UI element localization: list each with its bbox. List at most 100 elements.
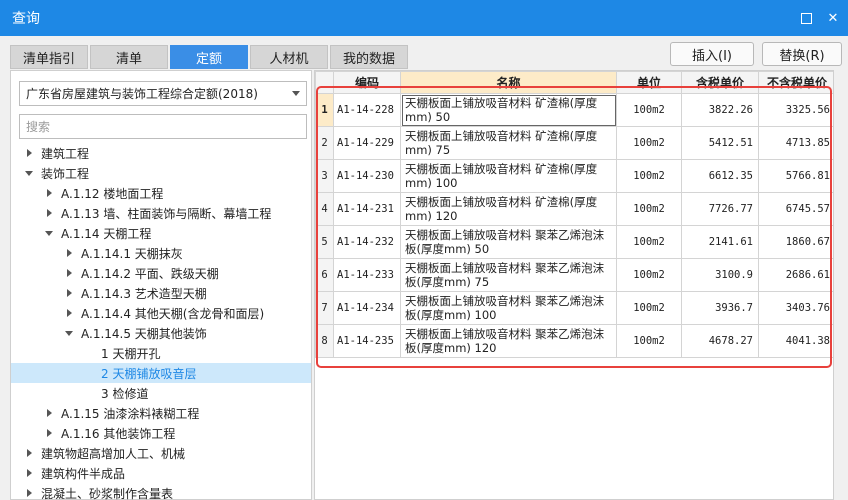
cell-code[interactable]: A1-14-235	[333, 324, 401, 358]
cell-name[interactable]: 天棚板面上铺放吸音材料 聚苯乙烯泡沫板(厚度mm) 50	[400, 225, 617, 259]
cell-tax-price[interactable]: 7726.77	[681, 192, 759, 226]
expand-right-icon[interactable]	[45, 409, 53, 417]
cell-code[interactable]: A1-14-231	[333, 192, 401, 226]
cell-code[interactable]: A1-14-232	[333, 225, 401, 259]
row-index[interactable]: 4	[315, 192, 334, 226]
cell-unit[interactable]: 100m2	[616, 192, 682, 226]
expand-right-icon[interactable]	[45, 429, 53, 437]
cell-unit[interactable]: 100m2	[616, 258, 682, 292]
row-index[interactable]: 7	[315, 291, 334, 325]
col-header-unit[interactable]: 单位	[616, 71, 682, 94]
tree-node[interactable]: 建筑工程	[11, 143, 311, 163]
expand-down-icon[interactable]	[65, 329, 73, 337]
tree-node[interactable]: A.1.14.1 天棚抹灰	[11, 243, 311, 263]
table-row[interactable]: 1 A1-14-228 天棚板面上铺放吸音材料 矿渣棉(厚度mm) 50 100m2 3…	[315, 93, 833, 127]
quota-book-select[interactable]: 广东省房屋建筑与装饰工程综合定额(2018)	[19, 81, 307, 106]
cell-tax-price[interactable]: 5412.51	[681, 126, 759, 160]
replace-button[interactable]: 替换(R)	[762, 42, 842, 66]
expand-down-icon[interactable]	[25, 169, 33, 177]
cell-notax-price[interactable]: 2686.61	[758, 258, 833, 292]
table-row[interactable]: 7 A1-14-234 天棚板面上铺放吸音材料 聚苯乙烯泡沫板(厚度mm) 100 1…	[315, 291, 833, 325]
restore-icon[interactable]	[801, 12, 812, 24]
close-icon[interactable]: ✕	[826, 11, 840, 25]
cell-notax-price[interactable]: 6745.57	[758, 192, 833, 226]
tab-bill-guide[interactable]: 清单指引	[10, 45, 88, 69]
expand-right-icon[interactable]	[65, 289, 73, 297]
tree-node[interactable]: A.1.14 天棚工程	[11, 223, 311, 243]
cell-tax-price[interactable]: 3100.9	[681, 258, 759, 292]
tree-node[interactable]: A.1.12 楼地面工程	[11, 183, 311, 203]
tree-node[interactable]: 建筑物超高增加人工、机械	[11, 443, 311, 463]
tree-node[interactable]: 装饰工程	[11, 163, 311, 183]
table-row[interactable]: 6 A1-14-233 天棚板面上铺放吸音材料 聚苯乙烯泡沫板(厚度mm) 75 10…	[315, 258, 833, 292]
cell-name[interactable]: 天棚板面上铺放吸音材料 矿渣棉(厚度mm) 50	[400, 93, 617, 127]
insert-button[interactable]: 插入(I)	[670, 42, 754, 66]
cell-tax-price[interactable]: 4678.27	[681, 324, 759, 358]
table-row[interactable]: 3 A1-14-230 天棚板面上铺放吸音材料 矿渣棉(厚度mm) 100 100m2…	[315, 159, 833, 193]
row-index[interactable]: 1	[315, 93, 334, 127]
cell-notax-price[interactable]: 3403.76	[758, 291, 833, 325]
tree-node[interactable]: A.1.14.2 平面、跌级天棚	[11, 263, 311, 283]
table-row[interactable]: 5 A1-14-232 天棚板面上铺放吸音材料 聚苯乙烯泡沫板(厚度mm) 50 10…	[315, 225, 833, 259]
row-index[interactable]: 2	[315, 126, 334, 160]
cell-unit[interactable]: 100m2	[616, 225, 682, 259]
cell-unit[interactable]: 100m2	[616, 291, 682, 325]
expand-right-icon[interactable]	[45, 189, 53, 197]
row-index[interactable]: 3	[315, 159, 334, 193]
col-header-name[interactable]: 名称	[400, 71, 617, 94]
tab-my-data[interactable]: 我的数据	[330, 45, 408, 69]
tree-node[interactable]: 1 天棚开孔	[11, 343, 311, 363]
cell-notax-price[interactable]: 4713.85	[758, 126, 833, 160]
cell-unit[interactable]: 100m2	[616, 126, 682, 160]
expand-right-icon[interactable]	[45, 209, 53, 217]
cell-tax-price[interactable]: 2141.61	[681, 225, 759, 259]
vertical-scrollbar[interactable]	[836, 70, 848, 500]
cell-name[interactable]: 天棚板面上铺放吸音材料 矿渣棉(厚度mm) 75	[400, 126, 617, 160]
cell-tax-price[interactable]: 3936.7	[681, 291, 759, 325]
cell-notax-price[interactable]: 3325.56	[758, 93, 833, 127]
cell-unit[interactable]: 100m2	[616, 324, 682, 358]
tree-node[interactable]: A.1.14.3 艺术造型天棚	[11, 283, 311, 303]
tree-node[interactable]: A.1.14.5 天棚其他装饰	[11, 323, 311, 343]
col-header-notax-price[interactable]: 不含税单价	[758, 71, 833, 94]
expand-right-icon[interactable]	[25, 149, 33, 157]
expand-right-icon[interactable]	[25, 449, 33, 457]
row-index[interactable]: 6	[315, 258, 334, 292]
cell-notax-price[interactable]: 1860.67	[758, 225, 833, 259]
row-index[interactable]: 8	[315, 324, 334, 358]
cell-name[interactable]: 天棚板面上铺放吸音材料 聚苯乙烯泡沫板(厚度mm) 120	[400, 324, 617, 358]
cell-unit[interactable]: 100m2	[616, 93, 682, 127]
expand-right-icon[interactable]	[25, 469, 33, 477]
tree-node[interactable]: 2 天棚铺放吸音层	[11, 363, 311, 383]
cell-code[interactable]: A1-14-233	[333, 258, 401, 292]
expand-right-icon[interactable]	[65, 249, 73, 257]
cell-name[interactable]: 天棚板面上铺放吸音材料 聚苯乙烯泡沫板(厚度mm) 75	[400, 258, 617, 292]
table-row[interactable]: 4 A1-14-231 天棚板面上铺放吸音材料 矿渣棉(厚度mm) 120 100m2…	[315, 192, 833, 226]
tree-node[interactable]: A.1.13 墙、柱面装饰与隔断、幕墙工程	[11, 203, 311, 223]
tree-node[interactable]: A.1.15 油漆涂料裱糊工程	[11, 403, 311, 423]
cell-notax-price[interactable]: 5766.81	[758, 159, 833, 193]
tab-labor-material-machine[interactable]: 人材机	[250, 45, 328, 69]
cell-name[interactable]: 天棚板面上铺放吸音材料 矿渣棉(厚度mm) 100	[400, 159, 617, 193]
cell-name[interactable]: 天棚板面上铺放吸音材料 聚苯乙烯泡沫板(厚度mm) 100	[400, 291, 617, 325]
row-index[interactable]: 5	[315, 225, 334, 259]
tree-node[interactable]: 3 检修道	[11, 383, 311, 403]
cell-code[interactable]: A1-14-229	[333, 126, 401, 160]
tree-node[interactable]: A.1.16 其他装饰工程	[11, 423, 311, 443]
col-header-tax-price[interactable]: 含税单价	[681, 71, 759, 94]
table-row[interactable]: 8 A1-14-235 天棚板面上铺放吸音材料 聚苯乙烯泡沫板(厚度mm) 120 1…	[315, 324, 833, 358]
tree-node[interactable]: 混凝土、砂浆制作含量表	[11, 483, 311, 500]
table-row[interactable]: 2 A1-14-229 天棚板面上铺放吸音材料 矿渣棉(厚度mm) 75 100m2 5…	[315, 126, 833, 160]
expand-right-icon[interactable]	[25, 489, 33, 497]
tree-node[interactable]: A.1.14.4 其他天棚(含龙骨和面层)	[11, 303, 311, 323]
cell-code[interactable]: A1-14-230	[333, 159, 401, 193]
cell-tax-price[interactable]: 3822.26	[681, 93, 759, 127]
expand-right-icon[interactable]	[65, 309, 73, 317]
expand-right-icon[interactable]	[65, 269, 73, 277]
tab-quota[interactable]: 定额	[170, 45, 248, 69]
search-input[interactable]	[19, 114, 307, 139]
tree-node[interactable]: 建筑构件半成品	[11, 463, 311, 483]
tab-bill[interactable]: 清单	[90, 45, 168, 69]
cell-unit[interactable]: 100m2	[616, 159, 682, 193]
expand-down-icon[interactable]	[45, 229, 53, 237]
